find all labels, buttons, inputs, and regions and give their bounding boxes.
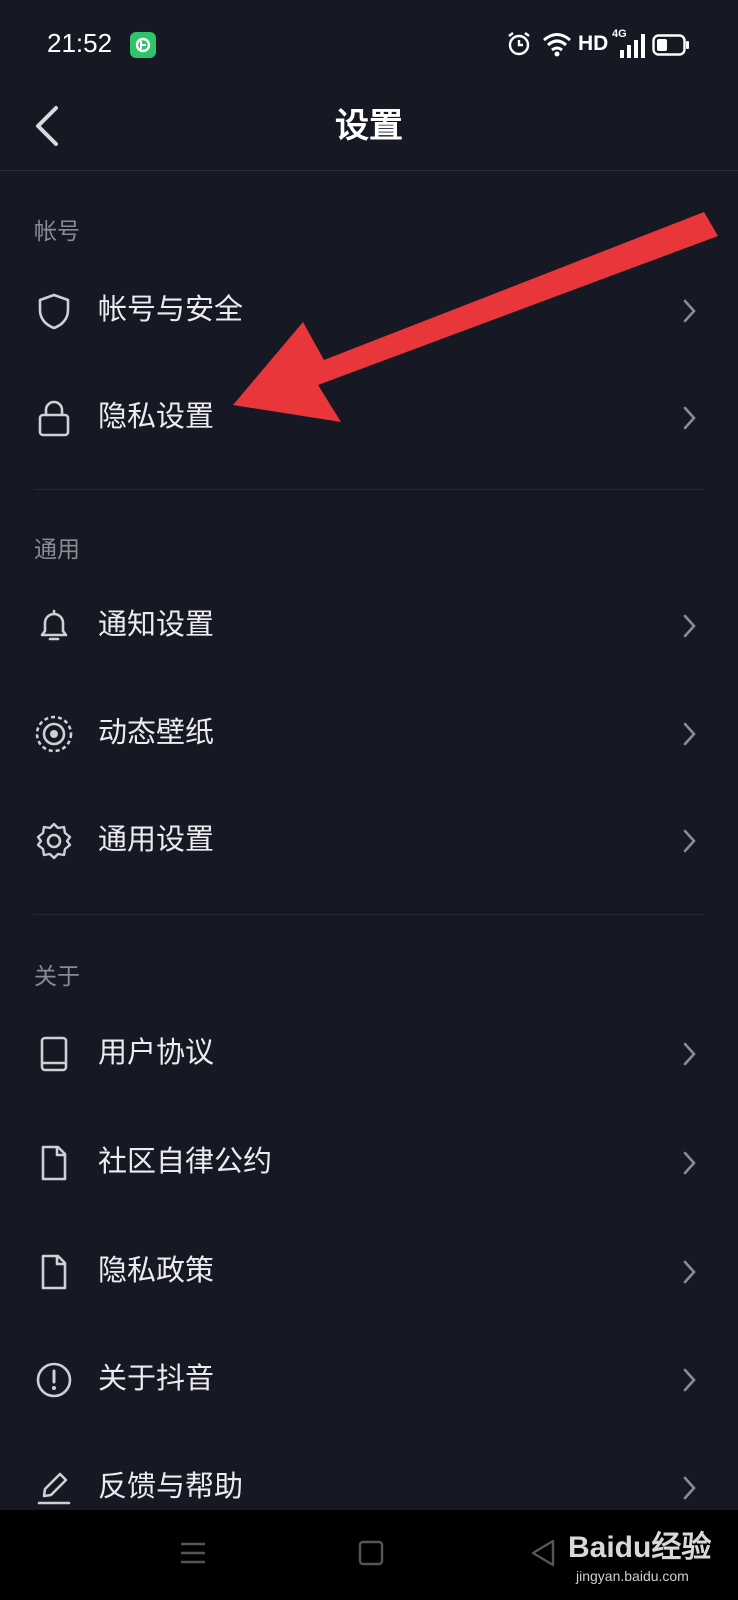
settings-row-privacy-policy[interactable]: 隐私政策: [0, 1218, 738, 1326]
live-wallpaper-icon: [35, 715, 73, 753]
row-label: 动态壁纸: [98, 715, 215, 749]
shield-icon: [38, 293, 70, 330]
row-label: 反馈与帮助: [98, 1469, 244, 1503]
chevron-right-icon: [683, 829, 696, 853]
status-time: 21:52: [47, 28, 113, 58]
app-notification-icon: [130, 32, 156, 58]
section-divider: [34, 914, 704, 915]
signal-icon: [618, 34, 646, 62]
page-title: 设置: [335, 106, 403, 146]
settings-row-account-security[interactable]: 帐号与安全: [0, 257, 738, 365]
section-header-general: 通用: [34, 537, 80, 563]
row-label: 通知设置: [98, 607, 215, 641]
document-icon: [41, 1254, 67, 1290]
baidu-watermark: Baidu经验 jingyan.baidu.com: [568, 1508, 738, 1600]
chevron-right-icon: [683, 406, 696, 430]
chevron-right-icon: [683, 614, 696, 638]
chevron-right-icon: [683, 1368, 696, 1392]
battery-icon: [652, 34, 690, 60]
status-bar: 21:52 HD 4G: [0, 0, 738, 90]
book-icon: [40, 1036, 68, 1072]
home-icon[interactable]: [356, 1538, 386, 1572]
row-label: 隐私政策: [98, 1253, 215, 1287]
row-label: 通用设置: [98, 822, 215, 856]
info-icon: [36, 1362, 72, 1398]
bell-icon: [40, 609, 68, 641]
watermark-url-text: jingyan.baidu.com: [576, 1568, 689, 1584]
settings-row-community-guidelines[interactable]: 社区自律公约: [0, 1109, 738, 1217]
watermark-main-text: Baidu经验: [568, 1531, 712, 1564]
gear-icon: [36, 822, 72, 860]
row-label: 用户协议: [98, 1035, 215, 1069]
section-divider: [34, 489, 704, 490]
settings-row-general[interactable]: 通用设置: [0, 787, 738, 895]
back-triangle-icon[interactable]: [528, 1538, 558, 1572]
section-header-about: 关于: [34, 964, 80, 990]
settings-row-notifications[interactable]: 通知设置: [0, 572, 738, 680]
menu-icon[interactable]: [178, 1538, 208, 1572]
section-header-account: 帐号: [34, 219, 80, 245]
chevron-right-icon: [683, 299, 696, 323]
row-label: 帐号与安全: [98, 292, 244, 326]
row-label: 社区自律公约: [98, 1144, 273, 1178]
nav-bar: 设置: [0, 90, 738, 171]
settings-row-privacy[interactable]: 隐私设置: [0, 364, 738, 472]
chevron-right-icon: [683, 1151, 696, 1175]
wifi-icon: [542, 30, 572, 62]
document-icon: [41, 1145, 67, 1181]
chevron-right-icon: [683, 1476, 696, 1500]
chevron-right-icon: [683, 722, 696, 746]
alarm-icon: [506, 30, 532, 62]
settings-row-live-wallpaper[interactable]: 动态壁纸: [0, 680, 738, 788]
lock-icon: [38, 400, 70, 437]
chevron-right-icon: [683, 1260, 696, 1284]
settings-row-about[interactable]: 关于抖音: [0, 1326, 738, 1434]
hd-label: HD: [578, 32, 609, 55]
row-label: 关于抖音: [98, 1361, 215, 1395]
pencil-icon: [37, 1472, 71, 1505]
row-label: 隐私设置: [98, 399, 215, 433]
settings-row-user-agreement[interactable]: 用户协议: [0, 1000, 738, 1108]
chevron-right-icon: [683, 1042, 696, 1066]
